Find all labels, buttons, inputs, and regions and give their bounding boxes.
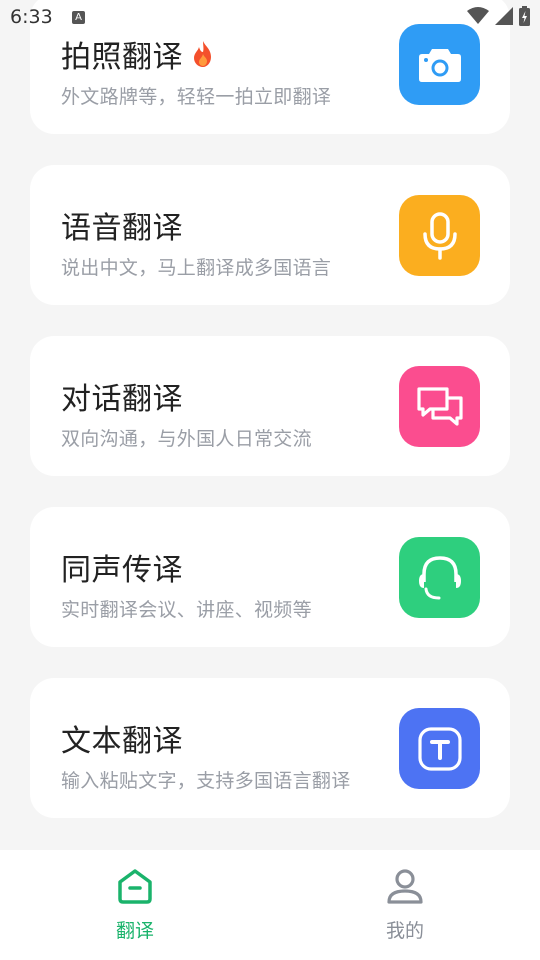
tab-label: 我的 [385, 920, 424, 942]
card-title-text: 拍照翻译 [61, 40, 183, 75]
card-subtitle: 外文路牌等，轻轻一拍立即翻译 [61, 86, 332, 108]
notification-a-icon: A [72, 11, 85, 24]
status-icons [467, 6, 530, 26]
card-title: 拍照翻译 [61, 32, 215, 76]
bottom-tab-bar: 翻译 我的 [0, 850, 540, 960]
card-title: 对话翻译 [61, 382, 183, 417]
card-text-translate[interactable]: 文本翻译 输入粘贴文字，支持多国语言翻译 [30, 678, 510, 818]
card-title: 文本翻译 [61, 724, 183, 759]
tab-profile[interactable]: 我的 [270, 850, 540, 960]
card-subtitle: 输入粘贴文字，支持多国语言翻译 [61, 770, 351, 792]
card-simultaneous-interpretation[interactable]: 同声传译 实时翻译会议、讲座、视频等 [30, 507, 510, 647]
status-bar: 6:33 A [0, 0, 540, 36]
card-voice-translate[interactable]: 语音翻译 说出中文，马上翻译成多国语言 [30, 165, 510, 305]
chat-bubbles-icon [399, 366, 480, 447]
card-subtitle: 说出中文，马上翻译成多国语言 [61, 257, 332, 279]
camera-icon [399, 24, 480, 105]
card-title: 同声传译 [61, 553, 183, 588]
fire-icon [194, 41, 211, 67]
signal-icon [495, 7, 513, 25]
text-icon [399, 708, 480, 789]
user-icon [387, 869, 423, 904]
card-title: 语音翻译 [61, 211, 183, 246]
wifi-icon [467, 7, 489, 24]
card-dialogue-translate[interactable]: 对话翻译 双向沟通，与外国人日常交流 [30, 336, 510, 476]
card-subtitle: 双向沟通，与外国人日常交流 [61, 428, 312, 450]
battery-icon [519, 6, 530, 26]
card-subtitle: 实时翻译会议、讲座、视频等 [61, 599, 312, 621]
headset-icon [399, 537, 480, 618]
tab-label: 翻译 [115, 920, 154, 942]
status-time: 6:33 [10, 6, 53, 28]
microphone-icon [399, 195, 480, 276]
tab-translate[interactable]: 翻译 [0, 850, 270, 960]
home-icon [118, 869, 152, 904]
